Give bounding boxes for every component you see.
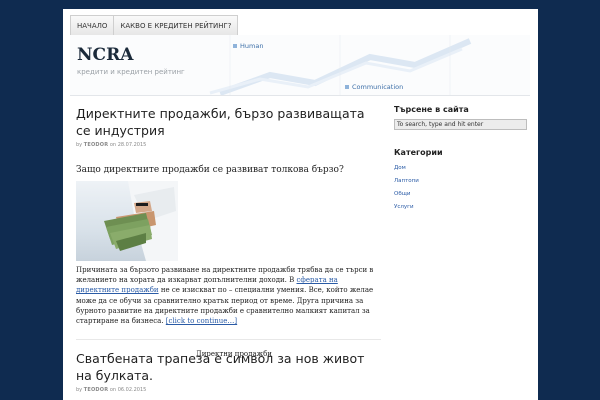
- categories-heading: Категории: [394, 148, 443, 157]
- top-navigation: НАЧАЛО КАКВО Е КРЕДИТЕН РЕЙТИНГ?: [70, 15, 239, 37]
- image-caption: Директни продажби: [196, 350, 272, 358]
- post-meta: by TEODOR on 06.02.2015: [76, 387, 147, 394]
- header-label-communication: Communication: [345, 83, 403, 91]
- post-meta: by TEODOR on 28.07.2015: [76, 142, 147, 148]
- site-header: NCRA кредити и кредитен рейтинг Human Co…: [70, 35, 530, 96]
- search-heading: Търсене в сайта: [394, 105, 469, 114]
- header-background-graphic: [209, 35, 472, 95]
- continue-link[interactable]: [click to continue…]: [166, 317, 237, 325]
- category-link-home[interactable]: Дом: [394, 162, 524, 175]
- category-link-general[interactable]: Общи: [394, 188, 524, 201]
- post: Директните продажби, бързо развиващата с…: [76, 105, 381, 358]
- post-divider: [76, 339, 381, 341]
- post-body: Причината за бързото развиване на директ…: [76, 266, 374, 326]
- post-image-money-hand: [76, 181, 178, 261]
- site-description: кредити и кредитен рейтинг: [77, 68, 185, 76]
- main-content: Директните продажби, бързо развиващата с…: [76, 105, 381, 400]
- money-hand-illustration: [104, 181, 178, 261]
- category-link-laptops[interactable]: Лаптопи: [394, 175, 524, 188]
- search-input[interactable]: To search, type and hit enter: [394, 119, 527, 130]
- post-author[interactable]: TEODOR: [84, 387, 109, 393]
- categories-list: Дом Лаптопи Общи Услуги: [394, 162, 524, 214]
- post-date: 06.02.2015: [117, 387, 147, 394]
- site-title[interactable]: NCRA: [77, 45, 133, 65]
- post-title[interactable]: Директните продажби, бързо развиващата с…: [76, 105, 381, 139]
- post-lead: Защо директните продажби се развиват тол…: [76, 165, 344, 175]
- page: НАЧАЛО КАКВО Е КРЕДИТЕН РЕЙТИНГ? NCRA кр…: [63, 9, 538, 400]
- nav-item-credit-rating[interactable]: КАКВО Е КРЕДИТЕН РЕЙТИНГ?: [114, 16, 238, 36]
- nav-item-home[interactable]: НАЧАЛО: [71, 16, 115, 36]
- square-icon: [345, 85, 349, 89]
- post-author[interactable]: TEODOR: [84, 142, 109, 148]
- sidebar: Търсене в сайта To search, type and hit …: [394, 105, 527, 214]
- post-date: 28.07.2015: [117, 142, 147, 148]
- square-icon: [233, 44, 237, 48]
- header-label-human: Human: [233, 42, 263, 50]
- category-link-services[interactable]: Услуги: [394, 201, 524, 214]
